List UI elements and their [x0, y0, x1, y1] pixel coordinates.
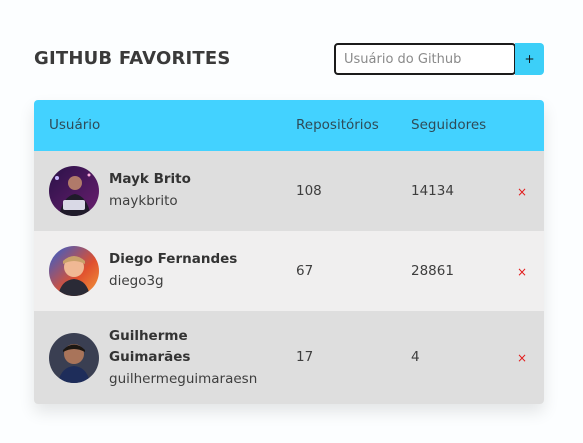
followers-count: 14134	[411, 183, 454, 199]
app-root: GITHUB FAVORITES + Usuário Repositórios …	[0, 0, 583, 443]
github-user-input[interactable]	[334, 43, 516, 75]
user-login: guilhermeguimaraesn	[109, 371, 258, 387]
repos-count: 67	[296, 263, 314, 279]
followers-count: 4	[411, 349, 420, 365]
avatar-image-icon	[49, 333, 99, 383]
remove-button[interactable]: ×	[515, 185, 529, 199]
avatar-image-icon	[49, 246, 99, 296]
followers-count: 28861	[411, 263, 454, 279]
user-login: diego3g	[109, 273, 164, 289]
remove-button[interactable]: ×	[515, 351, 529, 365]
avatar	[49, 333, 99, 383]
user-name: Mayk Brito	[109, 171, 191, 187]
header: GITHUB FAVORITES +	[34, 43, 544, 75]
avatar	[49, 246, 99, 296]
table-header: Usuário Repositórios Seguidores	[34, 100, 544, 151]
user-name: Guilherme	[109, 328, 188, 344]
repos-count: 108	[296, 183, 322, 199]
repos-count: 17	[296, 349, 314, 365]
avatar	[49, 166, 99, 216]
user-name: Guimarães	[109, 349, 191, 365]
column-header-repos: Repositórios	[296, 117, 379, 133]
page-title: GITHUB FAVORITES	[34, 48, 231, 69]
remove-button[interactable]: ×	[515, 265, 529, 279]
add-favorite-button[interactable]: +	[515, 43, 544, 75]
column-header-user: Usuário	[49, 117, 101, 133]
search-form: +	[334, 43, 544, 75]
column-header-followers: Seguidores	[411, 117, 487, 133]
table-row: Mayk Brito maykbrito 108 14134 ×	[34, 151, 544, 231]
favorites-table: Usuário Repositórios Seguidores Mayk Bri…	[34, 100, 544, 404]
user-name: Diego Fernandes	[109, 251, 238, 267]
table-row: Diego Fernandes diego3g 67 28861 ×	[34, 231, 544, 311]
user-login: maykbrito	[109, 193, 178, 209]
avatar-image-icon	[49, 166, 99, 216]
table-row: Guilherme Guimarães guilhermeguimaraesn …	[34, 311, 544, 404]
